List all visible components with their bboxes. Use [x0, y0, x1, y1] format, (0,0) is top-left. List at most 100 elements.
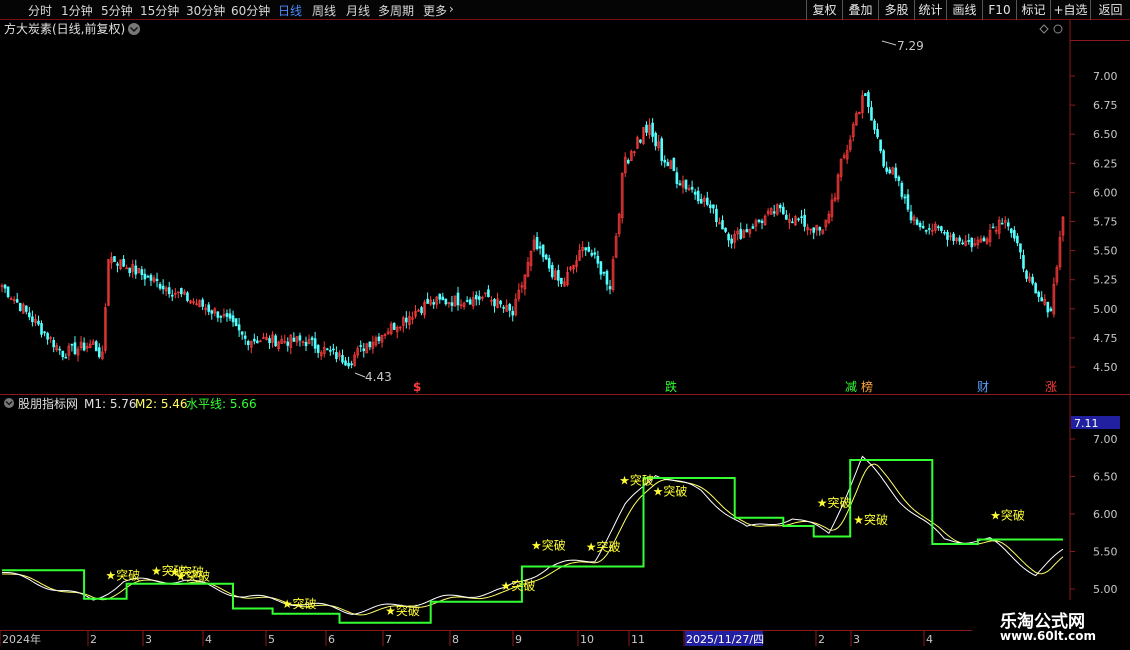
- candle-body: [608, 286, 612, 290]
- candle-body: [864, 93, 867, 97]
- candle-body: [690, 186, 694, 190]
- candle-body: [268, 338, 271, 344]
- candle-body: [450, 302, 454, 306]
- candlestick-series: [0, 90, 1065, 369]
- timeframe-daily[interactable]: 日线: [278, 2, 302, 19]
- candle-body: [1000, 222, 1004, 225]
- candle-body: [1049, 308, 1053, 312]
- candle-body: [502, 307, 505, 309]
- overlay-button[interactable]: 叠加: [842, 0, 878, 20]
- candle-body: [465, 300, 469, 302]
- candle-body: [1013, 230, 1016, 239]
- event-marker-rise[interactable]: 涨: [1045, 379, 1057, 394]
- draw-line-button[interactable]: 画线: [946, 0, 982, 20]
- candle-body: [508, 304, 511, 311]
- candle-body: [818, 227, 822, 231]
- low-price-marker: 4.43: [354, 370, 392, 384]
- circle-icon[interactable]: [1053, 24, 1063, 34]
- candle-body: [274, 335, 277, 347]
- candle-body: [1037, 291, 1040, 297]
- candle-body: [651, 122, 654, 137]
- candle-body: [1040, 297, 1044, 302]
- candle-body: [590, 252, 594, 256]
- high-price-marker: 7.29: [881, 39, 924, 53]
- back-button[interactable]: 返回: [1090, 0, 1130, 20]
- candle-body: [444, 298, 448, 305]
- chart-canvas[interactable]: 方大炭素(日线,前复权) 7.00 6.75 6.50 6.25 6.00 5.75 5.5…: [0, 20, 1130, 650]
- candle-body: [332, 348, 335, 351]
- price-tick-label: 6.00: [1093, 186, 1118, 199]
- candle-body: [745, 229, 749, 233]
- add-watchlist-button[interactable]: +自选: [1050, 0, 1090, 20]
- candle-body: [170, 294, 174, 297]
- indicator-tick-label: 5.50: [1093, 546, 1118, 559]
- timeframe-30min[interactable]: 30分钟: [186, 2, 225, 19]
- timeframe-15min[interactable]: 15分钟: [140, 2, 179, 19]
- candle-body: [557, 270, 560, 281]
- candle-body: [128, 267, 131, 274]
- indicator-chevron-down-icon[interactable]: [4, 398, 14, 408]
- candle-body: [347, 362, 350, 367]
- candle-body: [405, 317, 408, 323]
- timeframe-1min[interactable]: 1分钟: [61, 2, 93, 19]
- candle-body: [325, 348, 329, 351]
- date-tick-label: 2025/11/27/四: [686, 633, 764, 646]
- multi-stock-button[interactable]: 多股: [878, 0, 914, 20]
- candle-body: [180, 288, 183, 295]
- date-tick-label: 5: [268, 633, 275, 646]
- candle-body: [58, 348, 62, 351]
- candle-body: [313, 338, 317, 349]
- breakout-signal: ★突破: [282, 596, 317, 611]
- candle-body: [626, 159, 630, 164]
- timeframe-weekly[interactable]: 周线: [312, 2, 336, 19]
- chevron-right-icon: ›: [449, 2, 454, 16]
- chevron-down-icon[interactable]: [128, 23, 140, 35]
- event-marker-list[interactable]: 榜: [861, 379, 873, 394]
- candle-body: [140, 269, 144, 275]
- indicator-tick-label: 7.00: [1093, 433, 1118, 446]
- restore-rights-button[interactable]: 复权: [806, 0, 842, 20]
- candle-body: [602, 272, 606, 274]
- event-marker-dollar[interactable]: $: [413, 380, 421, 394]
- candle-body: [605, 270, 609, 285]
- statistics-button[interactable]: 统计: [914, 0, 946, 20]
- breakout-signal: ★突破: [501, 578, 536, 593]
- timeframe-multi[interactable]: 多周期: [378, 2, 414, 19]
- candle-body: [952, 233, 955, 241]
- candle-body: [927, 228, 931, 230]
- candle-body: [584, 247, 588, 251]
- candle-body: [684, 179, 688, 190]
- timeframe-5min[interactable]: 5分钟: [101, 2, 133, 19]
- mark-button[interactable]: 标记: [1016, 0, 1050, 20]
- candle-body: [800, 216, 803, 218]
- candle-body: [970, 237, 974, 248]
- date-tick-label: 4: [205, 633, 212, 646]
- candle-body: [903, 196, 907, 199]
- event-marker-finance[interactable]: 财: [977, 380, 989, 394]
- candle-body: [31, 316, 34, 323]
- timeframe-more[interactable]: 更多: [423, 2, 447, 19]
- candle-body: [420, 307, 423, 314]
- timeframe-monthly[interactable]: 月线: [346, 2, 370, 19]
- candle-body: [906, 194, 910, 210]
- candle-body: [1034, 283, 1037, 294]
- date-tick-label: 7: [385, 633, 392, 646]
- timeframe-60min[interactable]: 60分钟: [231, 2, 270, 19]
- diamond-icon[interactable]: [1039, 24, 1049, 34]
- date-tick-label: 8: [452, 633, 459, 646]
- candle-body: [234, 318, 238, 327]
- candle-body: [310, 337, 314, 340]
- event-marker-fall[interactable]: 跌: [665, 379, 677, 394]
- event-markers: $ 跌 减 榜 财 涨: [413, 379, 1057, 394]
- date-tick-label: 3: [145, 633, 152, 646]
- candle-body: [541, 244, 545, 258]
- candle-body: [654, 132, 657, 147]
- event-marker-reduce[interactable]: 减: [845, 380, 857, 394]
- candle-body: [456, 292, 460, 306]
- timeframe-intraday[interactable]: 分时: [28, 2, 52, 19]
- f10-button[interactable]: F10: [982, 0, 1016, 20]
- candle-body: [70, 343, 74, 346]
- candle-body: [113, 256, 116, 262]
- candle-body: [441, 296, 445, 301]
- candle-body: [1025, 270, 1028, 279]
